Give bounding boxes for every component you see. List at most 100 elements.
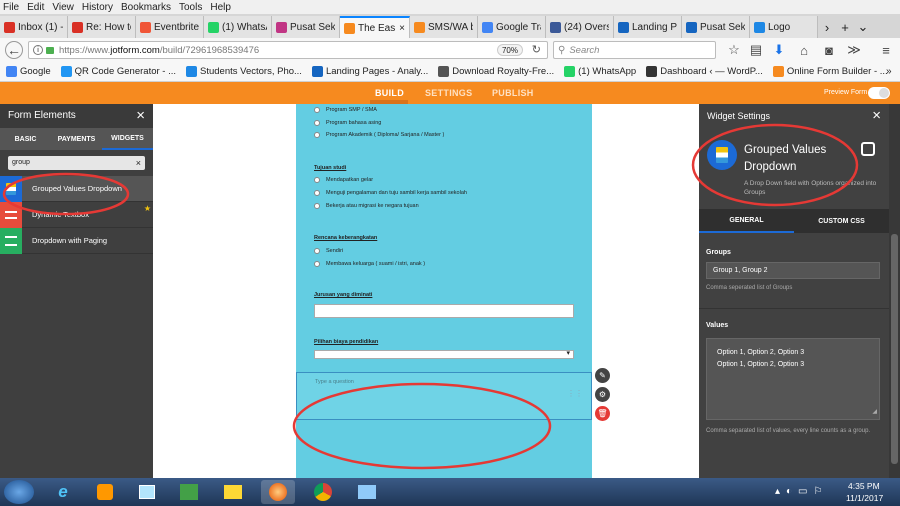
bookmark-item[interactable]: (1) WhatsApp	[564, 66, 636, 77]
question-tujuan-studi[interactable]: Tujuan studi	[314, 165, 346, 171]
widget-settings-icon[interactable]	[861, 142, 875, 156]
browser-tab[interactable]: Eventbrite	[136, 16, 204, 38]
pilihan-biaya-dropdown[interactable]: ▾	[314, 350, 574, 359]
browser-tab[interactable]: Re: How to	[68, 16, 136, 38]
tray-icons[interactable]: ▴◐▭⚐	[775, 486, 828, 497]
clear-search-icon[interactable]: ×	[136, 156, 141, 170]
bookmark-item[interactable]: QR Code Generator - ...	[60, 66, 176, 77]
question-pilihan-biaya[interactable]: Pilihan biaya pendidikan	[314, 339, 378, 345]
menu-view[interactable]: View	[52, 2, 74, 13]
hamburger-menu-icon[interactable]: ≡	[875, 39, 897, 61]
widget-dynamic-textbox[interactable]: Dynamic Textbox ★	[0, 201, 153, 228]
radio-button[interactable]	[314, 261, 320, 267]
option-kerja-sekolah[interactable]: Menguji pengalaman dan tuju sambil kerja…	[314, 190, 467, 196]
pocket-icon[interactable]: ◙	[818, 39, 840, 61]
clock-time[interactable]: 4:35 PM	[848, 481, 880, 491]
right-panel-scrollbar[interactable]	[889, 104, 900, 478]
question-jurusan[interactable]: Jurusan yang diminati	[314, 292, 372, 298]
radio-button[interactable]	[314, 107, 320, 113]
close-icon[interactable]: ×	[872, 104, 881, 128]
tab-list-button[interactable]: ⌄	[854, 16, 872, 38]
jurusan-text-input[interactable]	[314, 304, 574, 318]
radio-button[interactable]	[314, 132, 320, 138]
bookmark-item[interactable]: Google	[6, 66, 51, 77]
home-icon[interactable]: ⌂	[793, 39, 815, 61]
widget-grouped-values-dropdown[interactable]: Grouped Values Dropdown	[0, 175, 153, 202]
option-sendiri[interactable]: Sendiri	[314, 248, 343, 254]
radio-button[interactable]	[314, 203, 320, 209]
new-tab-button[interactable]: +	[836, 16, 854, 38]
info-icon[interactable]: i	[33, 45, 43, 55]
bookmark-item[interactable]: Students Vectors, Pho...	[186, 66, 302, 77]
widget-search-input[interactable]: group ×	[8, 156, 145, 170]
zoom-level-badge[interactable]: 70%	[496, 44, 523, 56]
back-button[interactable]: ←	[3, 39, 25, 61]
tab-general[interactable]: GENERAL	[699, 209, 794, 233]
menu-bookmarks[interactable]: Bookmarks	[121, 2, 171, 13]
magic-wand-icon[interactable]: ✎	[595, 368, 610, 383]
reader-list-icon[interactable]: ▤	[745, 39, 767, 61]
internet-explorer-icon[interactable]: e	[46, 480, 80, 504]
menu-help[interactable]: Help	[210, 2, 231, 13]
radio-button[interactable]	[314, 177, 320, 183]
media-player-icon[interactable]	[88, 480, 122, 504]
browser-tab[interactable]: Pusat Seko	[272, 16, 340, 38]
option-keluarga[interactable]: Membawa keluarga ( suami / istri, anak )	[314, 261, 425, 267]
corel-icon[interactable]	[172, 480, 206, 504]
reload-icon[interactable]: ↻	[532, 43, 541, 56]
menu-history[interactable]: History	[82, 2, 113, 13]
search-bar[interactable]: ⚲ Search	[553, 41, 716, 59]
groups-input[interactable]: Group 1, Group 2	[706, 262, 880, 279]
tab-custom-css[interactable]: CUSTOM CSS	[794, 209, 889, 233]
radio-button[interactable]	[314, 190, 320, 196]
drag-handle-icon[interactable]: ⋮⋮	[567, 389, 583, 398]
file-explorer-icon[interactable]	[216, 480, 250, 504]
bookmarks-more-button[interactable]: »	[886, 66, 892, 77]
tab-widgets[interactable]: WIDGETS	[102, 128, 153, 150]
browser-tab[interactable]: Landing Pa	[614, 16, 682, 38]
option-smp-sma[interactable]: Program SMP / SMA	[314, 107, 377, 113]
more-tools-icon[interactable]: ≫	[843, 39, 865, 61]
menu-file[interactable]: File	[3, 2, 19, 13]
bookmark-item[interactable]: Online Form Builder - ...	[772, 66, 888, 77]
widget-dropdown-with-paging[interactable]: Dropdown with Paging	[0, 227, 153, 254]
clock-date[interactable]: 11/1/2017	[846, 493, 883, 503]
firefox-taskbar-icon[interactable]	[261, 480, 295, 504]
menu-edit[interactable]: Edit	[27, 2, 44, 13]
browser-tab[interactable]: SMS/WA b	[410, 16, 478, 38]
bookmark-item[interactable]: Dashboard ‹ — WordP...	[646, 66, 763, 77]
bookmark-item[interactable]: Landing Pages - Analy...	[311, 66, 428, 77]
question-rencana[interactable]: Rencana keberangkatan	[314, 235, 377, 241]
option-gelar[interactable]: Mendapatkan gelar	[314, 177, 373, 183]
bookmark-item[interactable]: Download Royalty-Fre...	[438, 66, 554, 77]
radio-button[interactable]	[314, 120, 320, 126]
browser-tab[interactable]: Pusat Seko	[682, 16, 750, 38]
star-bookmark-icon[interactable]: ☆	[723, 39, 745, 61]
tab-settings[interactable]: SETTINGS	[425, 82, 472, 104]
browser-tab[interactable]: (24) Overse	[546, 16, 614, 38]
tab-close-icon[interactable]: ×	[399, 23, 405, 34]
tabs-scroll-right-button[interactable]: ›	[818, 16, 836, 38]
browser-tab-active[interactable]: The Eas ×	[340, 16, 410, 38]
values-textarea[interactable]: Option 1, Option 2, Option 3 Option 1, O…	[706, 338, 880, 420]
option-migrasi[interactable]: Bekerja atau migrasi ke negara tujuan	[314, 203, 419, 209]
network-app-icon[interactable]	[350, 480, 384, 504]
radio-button[interactable]	[314, 248, 320, 254]
close-icon[interactable]: ×	[136, 104, 145, 128]
browser-tab[interactable]: Logo	[750, 16, 818, 38]
option-akademik[interactable]: Program Akademik ( Diploma/ Sarjana / Ma…	[314, 132, 444, 138]
tab-basic[interactable]: BASIC	[0, 128, 51, 150]
tab-payments[interactable]: PAYMENTS	[51, 128, 102, 150]
download-icon[interactable]: ⬇	[768, 39, 790, 61]
delete-icon[interactable]: 🗑	[595, 406, 610, 421]
option-bahasa-asing[interactable]: Program bahasa asing	[314, 120, 381, 126]
new-question-field[interactable]: Type a question ⋮⋮	[296, 372, 592, 420]
preview-form-toggle[interactable]	[868, 87, 890, 99]
url-bar[interactable]: i https://www. jotform.com /build/729619…	[28, 41, 548, 59]
file-viewer-icon[interactable]	[130, 480, 164, 504]
resize-handle-icon[interactable]: ◢	[872, 406, 877, 418]
scrollbar-thumb[interactable]	[891, 234, 898, 464]
chrome-taskbar-icon[interactable]	[306, 480, 340, 504]
start-button[interactable]	[4, 480, 34, 504]
browser-tab[interactable]: Google Tra	[478, 16, 546, 38]
